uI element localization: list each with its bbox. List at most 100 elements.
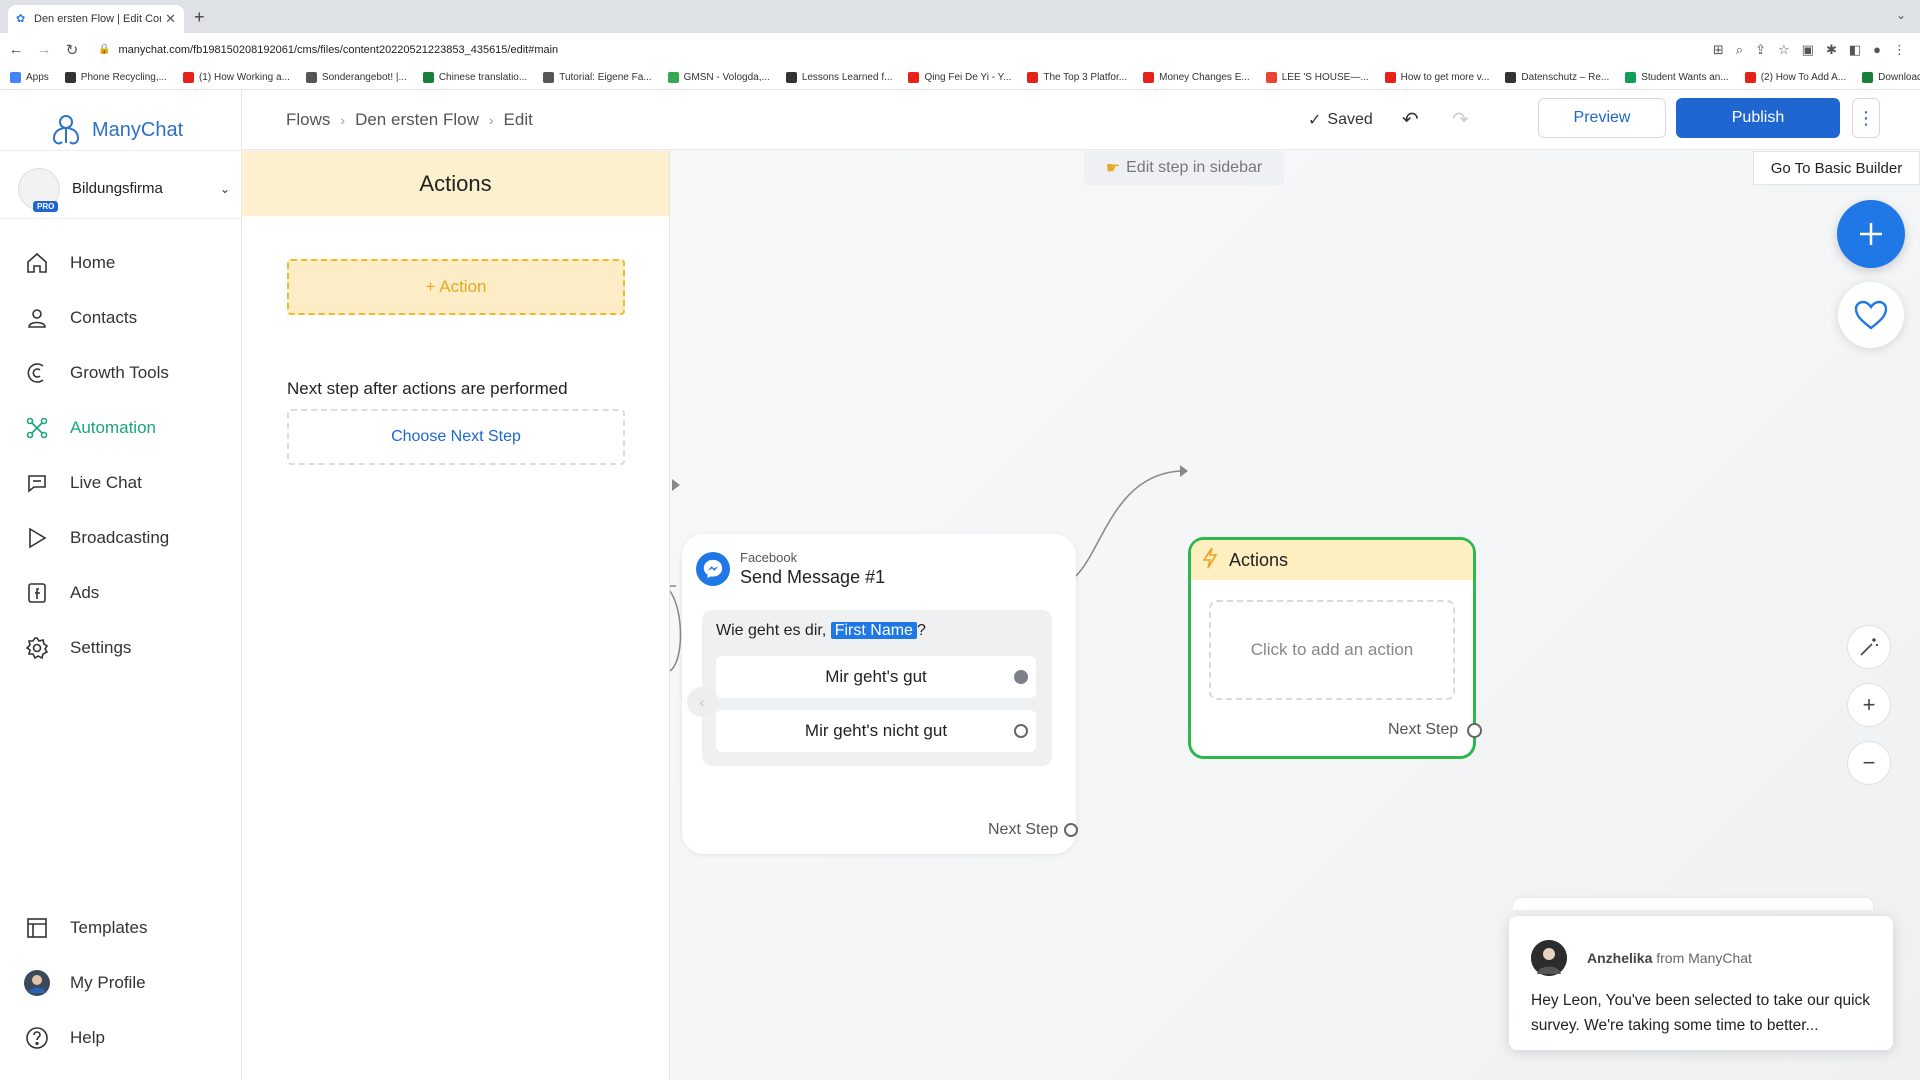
first-name-variable[interactable]: First Name <box>830 622 917 639</box>
bookmark-item[interactable]: GMSN - Vologda,... <box>667 72 770 83</box>
bookmark-item[interactable]: How to get more v... <box>1384 72 1489 83</box>
arrow-head-icon <box>672 479 680 491</box>
bookmark-item[interactable]: Datenschutz – Re... <box>1505 72 1609 83</box>
sidebar-item-settings[interactable]: Settings <box>0 626 242 670</box>
automation-icon <box>24 415 50 441</box>
bookmark-item[interactable]: (1) How Working a... <box>182 72 290 83</box>
next-step-label: Next step after actions are performed <box>287 379 568 398</box>
quick-reply-button[interactable]: Mir geht's gut <box>716 656 1036 698</box>
actions-node[interactable]: Actions Click to add an action Next Step <box>1188 537 1482 759</box>
next-step-label: Next Step <box>1388 721 1459 738</box>
bookmark-item[interactable]: Tutorial: Eigene Fa... <box>543 72 652 83</box>
breadcrumb-flows[interactable]: Flows <box>286 110 330 130</box>
connected-port-icon[interactable] <box>1014 670 1028 684</box>
browser-tab[interactable]: ✿ Den ersten Flow | Edit Content ✕ <box>8 5 184 33</box>
menu-icon[interactable]: ⋮ <box>1893 42 1906 58</box>
next-step-port-icon[interactable] <box>1467 723 1482 738</box>
profile-icon[interactable]: ● <box>1873 42 1881 58</box>
translate-icon[interactable]: ⊞ <box>1713 42 1724 58</box>
url-field[interactable]: 🔒 manychat.com/fb198150208192061/cms/fil… <box>98 44 1713 56</box>
sidebar-item-live-chat[interactable]: Live Chat <box>0 461 242 505</box>
bookmark-label: GMSN - Vologda,... <box>683 72 770 83</box>
send-message-node[interactable]: Facebook Send Message #1 Wie geht es dir… <box>682 534 1078 854</box>
zoom-icon[interactable]: ⌕ <box>1736 42 1743 58</box>
chat-stack-card <box>1513 898 1873 910</box>
message-text: Wie geht es dir, First Name? <box>716 622 926 640</box>
bookmark-label: Student Wants an... <box>1641 72 1729 83</box>
zoom-in-button[interactable]: + <box>1847 683 1891 727</box>
bookmark-item[interactable]: Lessons Learned f... <box>785 72 892 83</box>
forward-icon[interactable]: → <box>32 41 56 58</box>
sidebar-item-templates[interactable]: Templates <box>0 906 242 950</box>
magic-wand-icon[interactable] <box>1847 625 1891 669</box>
bookmark-item[interactable]: The Top 3 Platfor... <box>1027 72 1127 83</box>
bookmark-item[interactable]: Download - Cooki... <box>1862 72 1920 83</box>
sidebar-item-ads[interactable]: Ads <box>0 571 242 615</box>
bookmark-favicon-icon <box>422 72 434 83</box>
bookmark-item[interactable]: Sonderangebot! |... <box>305 72 407 83</box>
bookmark-item[interactable]: Money Changes E... <box>1143 72 1250 83</box>
choose-next-step-button[interactable]: Choose Next Step <box>287 409 625 465</box>
sidebar-item-broadcasting[interactable]: Broadcasting <box>0 516 242 560</box>
reload-icon[interactable]: ↻ <box>60 41 84 59</box>
pro-badge: PRO <box>33 200 59 212</box>
bookmarks-bar: Apps Phone Recycling,... (1) How Working a… <box>0 66 1920 90</box>
manychat-app: ManyChat PRO Bildungsfirma ⌄ Home Contac… <box>0 90 1920 1080</box>
back-icon[interactable]: ← <box>4 41 28 58</box>
add-action-button[interactable]: + Action <box>287 259 625 315</box>
bookmark-favicon-icon <box>1265 72 1277 83</box>
new-tab-button[interactable]: + <box>194 7 205 28</box>
bookmark-item[interactable]: Apps <box>10 72 49 83</box>
check-icon: ✓ <box>1308 112 1322 129</box>
redo-icon[interactable]: ↷ <box>1452 107 1469 132</box>
chat-popup[interactable]: Anzhelika from ManyChat Hey Leon, You've… <box>1509 916 1893 1050</box>
bookmark-item[interactable]: Phone Recycling,... <box>64 72 167 83</box>
account-switcher[interactable]: PRO Bildungsfirma ⌄ <box>0 159 242 219</box>
favorites-button[interactable] <box>1838 282 1904 348</box>
next-step-port-icon[interactable] <box>1064 823 1078 837</box>
breadcrumb-flow[interactable]: Den ersten Flow <box>355 110 479 130</box>
sidebar-item-home[interactable]: Home <box>0 241 242 285</box>
quick-reply-button[interactable]: Mir geht's nicht gut <box>716 710 1036 752</box>
quick-reply-label: Mir geht's nicht gut <box>804 721 948 740</box>
manychat-favicon-icon: ✿ <box>16 13 26 25</box>
close-tab-icon[interactable]: ✕ <box>165 11 176 27</box>
publish-button[interactable]: Publish <box>1676 98 1840 138</box>
star-icon[interactable]: ☆ <box>1778 42 1790 58</box>
empty-port-icon[interactable] <box>1014 724 1028 738</box>
puzzle-icon[interactable]: ✱ <box>1826 42 1837 58</box>
bookmark-item[interactable]: Student Wants an... <box>1625 72 1729 83</box>
sidebar-item-growth-tools[interactable]: Growth Tools <box>0 351 242 395</box>
templates-icon <box>24 915 50 941</box>
sidebar-item-automation[interactable]: Automation <box>0 406 242 450</box>
brand-name: ManyChat <box>92 118 184 141</box>
sidebar-item-help[interactable]: Help <box>0 1016 242 1060</box>
message-bubble[interactable]: Wie geht es dir, First Name? Mir geht's … <box>702 610 1052 766</box>
undo-icon[interactable]: ↶ <box>1402 107 1419 132</box>
connector-loop <box>670 590 682 672</box>
more-options-button[interactable]: ⋮ <box>1852 98 1880 138</box>
chevron-left-icon[interactable]: ‹ <box>687 687 717 717</box>
tab-title: Den ersten Flow | Edit Content <box>34 13 161 25</box>
bookmark-favicon-icon <box>1862 72 1874 83</box>
tab-search-icon[interactable]: ⌄ <box>1896 8 1906 22</box>
sidebar-item-my-profile[interactable]: My Profile <box>0 961 242 1005</box>
bookmark-item[interactable]: Qing Fei De Yi - Y... <box>908 72 1011 83</box>
lock-icon: 🔒 <box>98 44 111 55</box>
sidebar-item-contacts[interactable]: Contacts <box>0 296 242 340</box>
saved-status: ✓ Saved <box>1308 90 1373 150</box>
sidepanel-icon[interactable]: ◧ <box>1849 42 1861 58</box>
bookmark-favicon-icon <box>1143 72 1155 83</box>
bookmark-item[interactable]: Chinese translatio... <box>422 72 527 83</box>
bookmark-item[interactable]: (2) How To Add A... <box>1744 72 1846 83</box>
preview-button[interactable]: Preview <box>1538 98 1666 138</box>
chat-icon <box>24 470 50 496</box>
bookmark-item[interactable]: LEE 'S HOUSE—... <box>1265 72 1369 83</box>
add-action-dropzone[interactable]: Click to add an action <box>1209 600 1455 700</box>
extension-icon[interactable]: ▣ <box>1802 42 1814 58</box>
bookmark-favicon-icon <box>667 72 679 83</box>
bookmark-label: Tutorial: Eigene Fa... <box>559 72 652 83</box>
zoom-out-button[interactable]: − <box>1847 741 1891 785</box>
add-step-button[interactable] <box>1837 200 1905 268</box>
share-icon[interactable]: ⇪ <box>1755 42 1766 58</box>
